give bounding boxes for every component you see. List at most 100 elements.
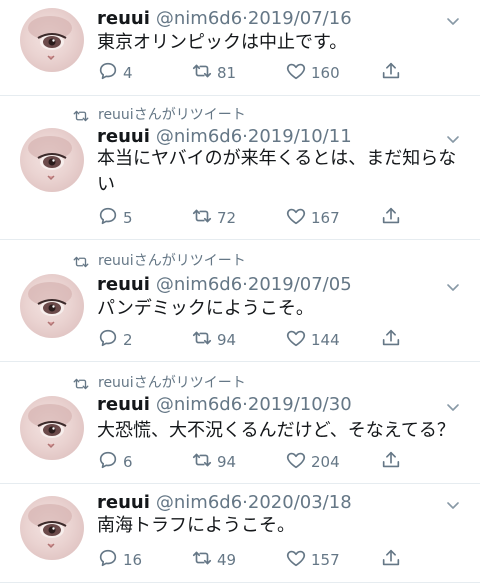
reply-button[interactable]: 6: [97, 450, 133, 474]
reply-count: 16: [123, 551, 143, 569]
retweet-icon: [72, 253, 90, 268]
handle-text: @nim6d6: [155, 393, 243, 415]
tweet-header: reuui @nim6d6·2019/07/16: [97, 6, 462, 30]
like-button[interactable]: 204: [285, 450, 340, 474]
tweet-text: 本当にヤバイのが来年くるとは、まだ知らな い: [97, 148, 457, 195]
reply-icon: [97, 547, 123, 573]
display-name[interactable]: reuui: [97, 492, 150, 513]
retweet-icon: [191, 327, 217, 353]
chevron-down-icon[interactable]: [446, 496, 460, 509]
chevron-down-icon[interactable]: [446, 398, 460, 411]
tweet-actions: 2 94 144: [97, 328, 407, 352]
reply-icon: [97, 449, 123, 475]
tweet-text: 東京オリンピックは中止です。: [97, 32, 348, 53]
handle: @nim6d6·2020/03/18: [156, 492, 352, 513]
retweet-context: reuuiさんがリツイート: [72, 104, 246, 124]
tweet-actions: 16 49 157: [97, 548, 407, 572]
retweet-icon: [72, 375, 90, 390]
heart-icon: [285, 449, 311, 475]
share-icon: [380, 60, 402, 86]
avatar[interactable]: [20, 396, 84, 460]
reply-icon: [97, 60, 123, 86]
avatar[interactable]: [20, 274, 84, 338]
share-icon: [380, 327, 402, 353]
tweet-date[interactable]: 2019/07/16: [248, 8, 352, 29]
retweet-button[interactable]: 94: [191, 328, 236, 352]
like-button[interactable]: 167: [285, 206, 340, 230]
tweet[interactable]: reuui @nim6d6·2019/07/16 東京オリンピックは中止です。 …: [0, 0, 480, 96]
like-button[interactable]: 160: [285, 61, 340, 85]
retweet-context-label: reuuiさんがリツイート: [98, 107, 246, 123]
share-button[interactable]: [380, 61, 402, 85]
chevron-down-icon[interactable]: [446, 130, 460, 143]
retweet-icon: [191, 205, 217, 231]
reply-count: 5: [123, 209, 133, 227]
tweet-date[interactable]: 2019/10/11: [248, 126, 352, 147]
handle: @nim6d6·2019/07/16: [156, 8, 352, 29]
share-button[interactable]: [380, 206, 402, 230]
avatar[interactable]: [20, 8, 84, 72]
handle-text: @nim6d6: [155, 273, 243, 295]
retweet-count: 81: [217, 64, 237, 82]
like-count: 144: [311, 331, 340, 349]
share-button[interactable]: [380, 548, 402, 572]
tweet[interactable]: reuuiさんがリツイート reuui @nim6d6·2019/07/05 パ…: [0, 240, 480, 362]
share-button[interactable]: [380, 328, 402, 352]
handle-text: @nim6d6: [155, 7, 243, 29]
handle-text: @nim6d6: [155, 491, 243, 513]
avatar[interactable]: [20, 128, 84, 192]
retweet-context-label: reuuiさんがリツイート: [98, 253, 246, 269]
tweet-header: reuui @nim6d6·2019/10/11: [97, 124, 462, 148]
tweet-header: reuui @nim6d6·2019/07/05: [97, 272, 462, 296]
retweet-icon: [191, 60, 217, 86]
retweet-button[interactable]: 81: [191, 61, 236, 85]
retweet-button[interactable]: 49: [191, 548, 236, 572]
retweet-count: 94: [217, 331, 237, 349]
like-count: 160: [311, 64, 340, 82]
retweet-button[interactable]: 94: [191, 450, 236, 474]
retweet-icon: [191, 547, 217, 573]
tweet-date[interactable]: 2019/07/05: [248, 274, 352, 295]
avatar[interactable]: [20, 496, 84, 560]
tweet-date[interactable]: 2020/03/18: [248, 492, 352, 513]
like-button[interactable]: 157: [285, 548, 340, 572]
reply-count: 2: [123, 331, 133, 349]
retweet-button[interactable]: 72: [191, 206, 236, 230]
tweet[interactable]: reuuiさんがリツイート reuui @nim6d6·2019/10/11 本…: [0, 96, 480, 240]
tweet[interactable]: reuui @nim6d6·2020/03/18 南海トラフにようこそ。 16 …: [0, 484, 480, 583]
tweet[interactable]: reuuiさんがリツイート reuui @nim6d6·2019/10/30 大…: [0, 362, 480, 484]
display-name[interactable]: reuui: [97, 8, 150, 29]
handle-text: @nim6d6: [155, 125, 243, 147]
display-name[interactable]: reuui: [97, 126, 150, 147]
retweet-context: reuuiさんがリツイート: [72, 250, 246, 270]
heart-icon: [285, 60, 311, 86]
reply-count: 6: [123, 453, 133, 471]
share-icon: [380, 205, 402, 231]
share-button[interactable]: [380, 450, 402, 474]
reply-count: 4: [123, 64, 133, 82]
handle: @nim6d6·2019/10/30: [156, 394, 352, 415]
like-count: 167: [311, 209, 340, 227]
like-button[interactable]: 144: [285, 328, 340, 352]
tweet-actions: 4 81 160: [97, 61, 407, 85]
retweet-context-label: reuuiさんがリツイート: [98, 375, 246, 391]
reply-icon: [97, 205, 123, 231]
tweet-header: reuui @nim6d6·2020/03/18: [97, 490, 462, 514]
reply-button[interactable]: 5: [97, 206, 133, 230]
chevron-down-icon[interactable]: [446, 12, 460, 25]
heart-icon: [285, 547, 311, 573]
chevron-down-icon[interactable]: [446, 278, 460, 291]
display-name[interactable]: reuui: [97, 274, 150, 295]
reply-icon: [97, 327, 123, 353]
retweet-count: 94: [217, 453, 237, 471]
reply-button[interactable]: 16: [97, 548, 142, 572]
retweet-count: 49: [217, 551, 237, 569]
reply-button[interactable]: 4: [97, 61, 133, 85]
tweet-actions: 6 94 204: [97, 450, 407, 474]
retweet-context: reuuiさんがリツイート: [72, 372, 246, 392]
reply-button[interactable]: 2: [97, 328, 133, 352]
display-name[interactable]: reuui: [97, 394, 150, 415]
tweet-actions: 5 72 167: [97, 206, 407, 230]
tweet-date[interactable]: 2019/10/30: [248, 394, 352, 415]
share-icon: [380, 547, 402, 573]
